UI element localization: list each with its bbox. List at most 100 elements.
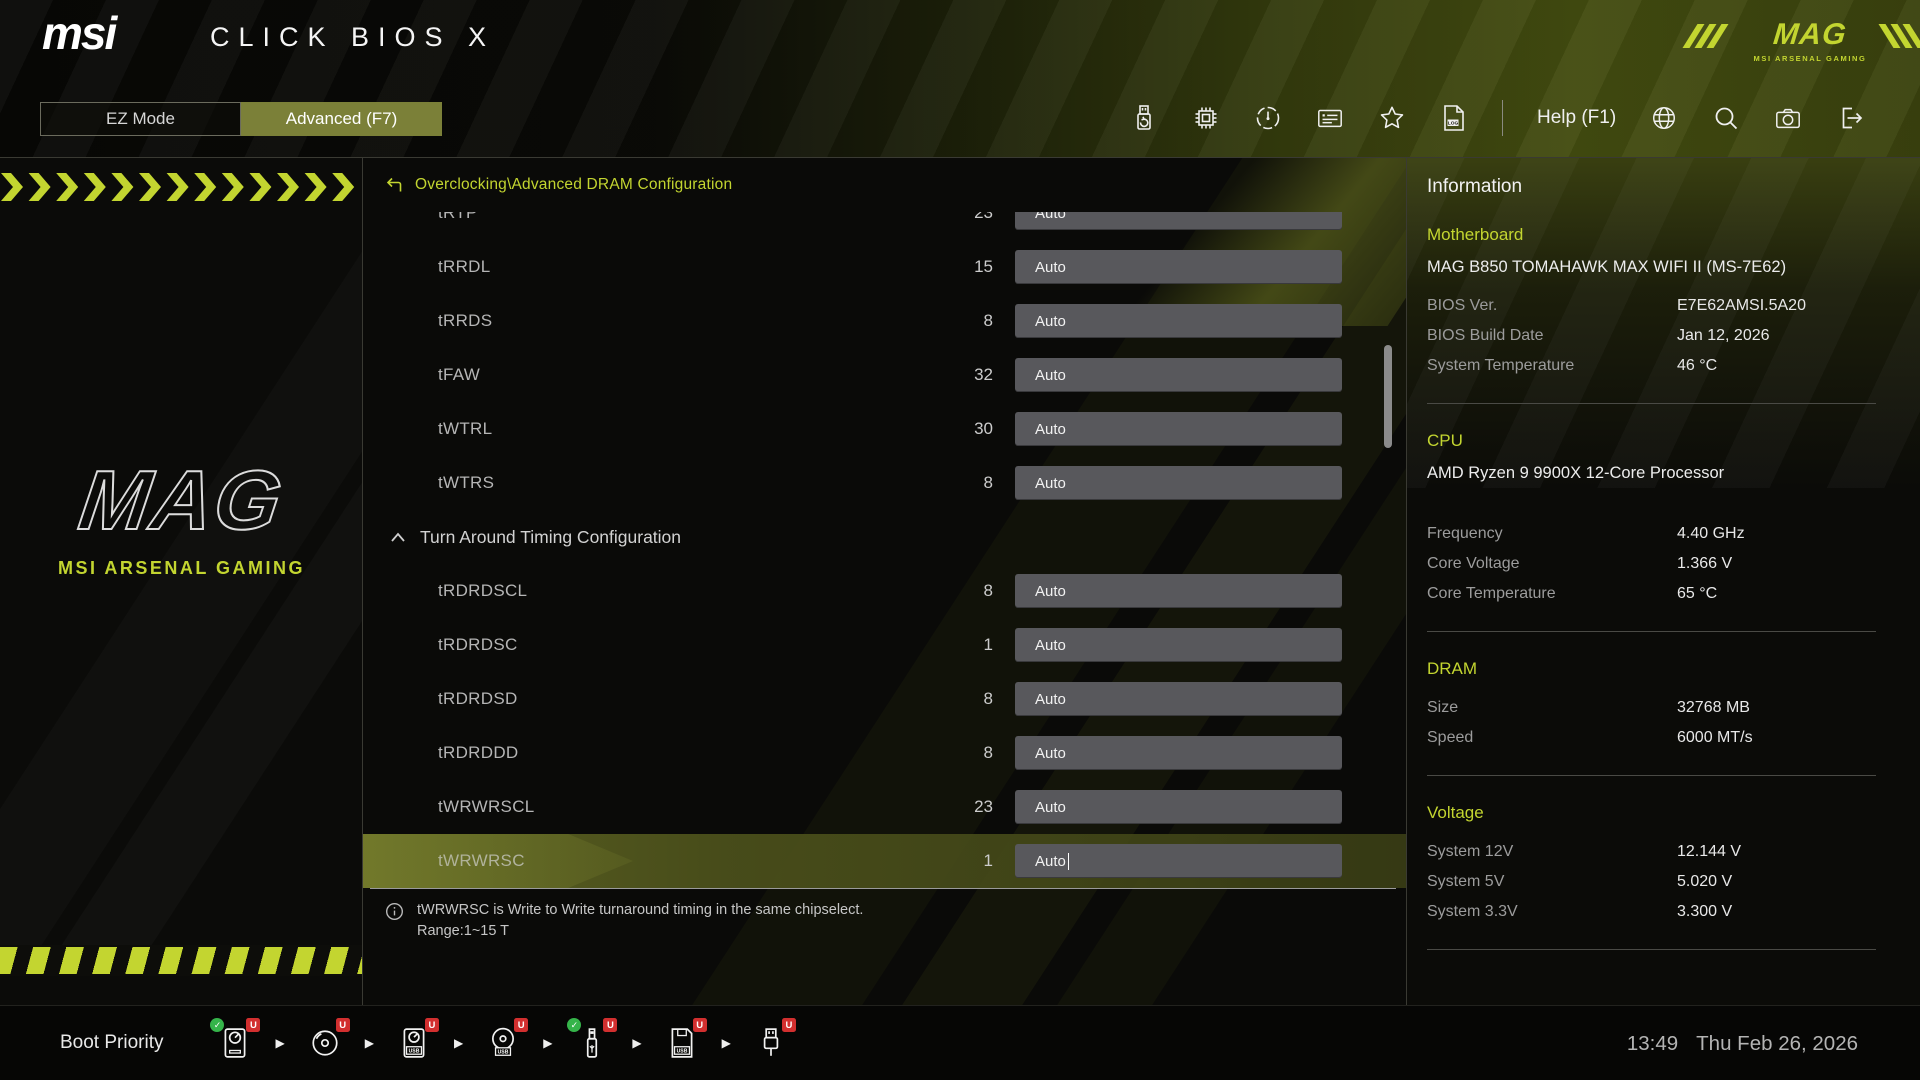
- boot-order-arrow-icon: ▶: [365, 1036, 374, 1050]
- boot-device-cd-dvd-drive[interactable]: U: [307, 1023, 343, 1063]
- header-bar: msi CLICK BIOS X MAG MSI ARSENAL GAMING …: [0, 0, 1920, 158]
- setting-row[interactable]: tRRDS 8 Auto: [363, 294, 1406, 348]
- setting-label: tWTRS: [438, 473, 494, 493]
- info-section-heading: Voltage: [1427, 803, 1920, 823]
- setting-dropdown[interactable]: Auto: [1015, 844, 1342, 878]
- help-button[interactable]: Help (F1): [1537, 107, 1616, 129]
- language-icon[interactable]: [1650, 103, 1678, 133]
- clock: 13:49 Thu Feb 26, 2026: [1627, 1006, 1858, 1080]
- setting-dropdown[interactable]: Auto: [1015, 736, 1342, 770]
- mag-sidebar-logo: MAG MSI ARSENAL GAMING: [0, 458, 363, 579]
- info-row-label: System 3.3V: [1427, 897, 1677, 927]
- info-row: System 5V 5.020 V: [1427, 867, 1920, 897]
- setting-row[interactable]: tWRWRSC 1 Auto: [363, 834, 1406, 888]
- setting-row[interactable]: tWTRL 30 Auto: [363, 402, 1406, 456]
- info-section-subtitle: AMD Ryzen 9 9900X 12-Core Processor: [1427, 464, 1920, 483]
- setting-dropdown[interactable]: Auto: [1015, 412, 1342, 446]
- setting-dropdown[interactable]: Auto: [1015, 628, 1342, 662]
- decorative-slashes: [1690, 24, 1721, 48]
- setting-row[interactable]: tWTRS 8 Auto: [363, 456, 1406, 510]
- boot-device-usb-device[interactable]: U: [753, 1023, 789, 1063]
- boot-device-usb-flash-drive[interactable]: ✓ U: [574, 1023, 610, 1063]
- setting-label: tRTP: [438, 212, 478, 223]
- svg-text:USB: USB: [409, 1049, 420, 1055]
- setting-dropdown[interactable]: Auto: [1015, 790, 1342, 824]
- setting-row[interactable]: tRDRDDD 8 Auto: [363, 726, 1406, 780]
- collapse-caret-icon: [389, 530, 407, 544]
- scrollbar-thumb[interactable]: [1384, 345, 1392, 448]
- setting-value: 8: [923, 743, 993, 763]
- favorites-icon[interactable]: [1378, 103, 1406, 133]
- info-row: Core Voltage 1.366 V: [1427, 549, 1920, 579]
- header-toolbar: LOG Help (F1): [1130, 95, 1864, 141]
- info-row-value: 5.020 V: [1677, 867, 1732, 897]
- info-row-value: 3.300 V: [1677, 897, 1732, 927]
- app-title: CLICK BIOS X: [210, 22, 495, 53]
- boot-order-arrow-icon: ▶: [543, 1036, 552, 1050]
- screenshot-icon[interactable]: [1774, 103, 1802, 133]
- info-section-subtitle: MAG B850 TOMAHAWK MAX WIFI II (MS-7E62): [1427, 258, 1920, 277]
- info-row-label: Core Voltage: [1427, 549, 1677, 579]
- setting-label: tWRWRSCL: [438, 797, 535, 817]
- setting-row[interactable]: tFAW 32 Auto: [363, 348, 1406, 402]
- mode-tabs: EZ Mode Advanced (F7): [40, 102, 442, 136]
- setting-dropdown[interactable]: Auto: [1015, 574, 1342, 608]
- divider: [1427, 631, 1876, 632]
- setting-value: 23: [923, 212, 993, 223]
- info-panel-title: Information: [1427, 158, 1920, 198]
- exit-icon[interactable]: [1836, 103, 1864, 133]
- m-flash-icon[interactable]: [1130, 103, 1158, 133]
- divider: [370, 888, 1396, 889]
- setting-dropdown[interactable]: Auto: [1015, 250, 1342, 284]
- clock-date: Thu Feb 26, 2026: [1696, 1032, 1858, 1056]
- info-row-value: Jan 12, 2026: [1677, 321, 1770, 351]
- section-label: Turn Around Timing Configuration: [420, 527, 681, 548]
- tab-ez-mode[interactable]: EZ Mode: [40, 102, 241, 136]
- info-row: Speed 6000 MT/s: [1427, 723, 1920, 753]
- msi-logo: msi: [42, 6, 115, 60]
- setting-row[interactable]: tRDRDSC 1 Auto: [363, 618, 1406, 672]
- setting-label: tRDRDDD: [438, 743, 518, 763]
- boot-order-arrow-icon: ▶: [632, 1036, 641, 1050]
- setting-value: 1: [923, 635, 993, 655]
- setting-value: 8: [923, 581, 993, 601]
- breadcrumb[interactable]: Overclocking\Advanced DRAM Configuration: [385, 176, 732, 194]
- setting-label: tRRDL: [438, 257, 491, 277]
- help-note-line2: Range:1~15 T: [417, 921, 863, 942]
- boot-device-usb-cd-dvd[interactable]: USB U: [485, 1023, 521, 1063]
- setting-row[interactable]: tRDRDSCL 8 Auto: [363, 564, 1406, 618]
- setting-dropdown[interactable]: Auto: [1015, 304, 1342, 338]
- setting-row[interactable]: tRTP 23 Auto: [363, 212, 1406, 240]
- setting-label: tRDRDSD: [438, 689, 518, 709]
- clock-time: 13:49: [1627, 1032, 1678, 1056]
- info-row: System 3.3V 3.300 V: [1427, 897, 1920, 927]
- setting-row[interactable]: tRDRDSD 8 Auto: [363, 672, 1406, 726]
- section-toggle[interactable]: Turn Around Timing Configuration: [363, 510, 1406, 564]
- search-icon[interactable]: [1712, 103, 1740, 133]
- setting-value: 23: [923, 797, 993, 817]
- breadcrumb-text: Overclocking\Advanced DRAM Configuration: [415, 176, 732, 194]
- setting-row[interactable]: tRRDL 15 Auto: [363, 240, 1406, 294]
- info-section: CPU AMD Ryzen 9 9900X 12-Core Processor …: [1427, 431, 1920, 632]
- setting-dropdown[interactable]: Auto: [1015, 212, 1342, 230]
- info-row-value: E7E62AMSI.5A20: [1677, 291, 1806, 321]
- tab-advanced[interactable]: Advanced (F7): [241, 102, 442, 136]
- click-bios-x-window: msi CLICK BIOS X MAG MSI ARSENAL GAMING …: [0, 0, 1920, 1080]
- setting-dropdown[interactable]: Auto: [1015, 682, 1342, 716]
- setting-dropdown[interactable]: Auto: [1015, 358, 1342, 392]
- cpu-icon[interactable]: [1192, 103, 1220, 133]
- boot-device-usb-floppy[interactable]: USB U: [664, 1023, 700, 1063]
- setting-value: 8: [923, 473, 993, 493]
- memo-icon[interactable]: [1316, 103, 1344, 133]
- boot-device-hard-disk-drive[interactable]: ✓ U: [217, 1023, 253, 1063]
- setting-row[interactable]: tWRWRSCL 23 Auto: [363, 780, 1406, 834]
- boot-device-usb-hard-disk[interactable]: USB U: [396, 1023, 432, 1063]
- log-icon-label: LOG: [1448, 121, 1459, 127]
- setting-label: tRDRDSC: [438, 635, 518, 655]
- log-icon[interactable]: LOG: [1440, 103, 1468, 133]
- mag-logo: MAG MSI ARSENAL GAMING: [1752, 18, 1868, 63]
- settings-list: tRTP 23 Auto tRRDL 15 Auto tRRDS 8 Auto …: [363, 212, 1406, 888]
- setting-dropdown[interactable]: Auto: [1015, 466, 1342, 500]
- info-row-label: BIOS Build Date: [1427, 321, 1677, 351]
- hardware-monitor-icon[interactable]: [1254, 103, 1282, 133]
